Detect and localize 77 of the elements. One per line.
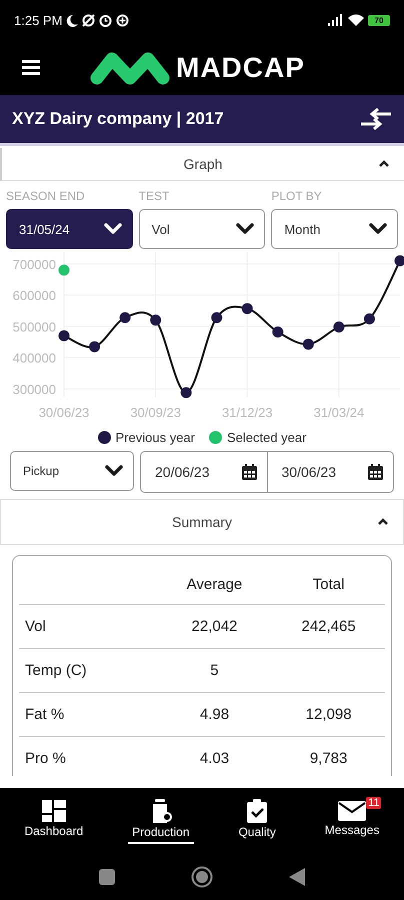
x-tick-label: 31/12/23 (222, 405, 273, 420)
recents-icon[interactable] (99, 869, 115, 885)
menu-icon[interactable] (22, 60, 40, 75)
data-point (333, 322, 344, 332)
calendar-icon (368, 464, 383, 480)
table-cell: 4.03 (156, 736, 272, 776)
data-point (394, 255, 404, 266)
legend-label: Previous year (116, 430, 195, 445)
clipboard-check-icon (246, 798, 268, 822)
back-icon[interactable] (289, 868, 305, 886)
date-field[interactable]: 20/06/23 (141, 452, 266, 492)
caret-up-icon[interactable] (377, 517, 389, 526)
table-cell: 4.98 (156, 692, 272, 736)
table-cell: Vol (19, 604, 157, 648)
caret-up-icon[interactable] (378, 159, 390, 168)
table-cell: 5 (156, 648, 272, 692)
calendar-icon (242, 464, 256, 480)
data-point (242, 303, 253, 314)
moon-icon (66, 14, 78, 26)
home-icon[interactable] (191, 866, 213, 888)
y-tick-label: 600000 (12, 288, 56, 304)
battery-icon: 70 (368, 14, 390, 26)
section-title: Graph (184, 156, 222, 172)
data-point (364, 313, 375, 324)
x-tick-label: 31/03/24 (314, 405, 364, 420)
data-point (272, 326, 284, 338)
dashboard-icon (42, 800, 66, 822)
dropdown[interactable]: Pickup (10, 451, 134, 491)
nav-tab[interactable]: Quality (234, 798, 280, 844)
wifi-icon (348, 14, 364, 26)
nav-tab[interactable]: Production (128, 798, 194, 844)
dropdown[interactable]: Vol (138, 209, 266, 249)
data-point (302, 338, 314, 350)
dropdown[interactable]: 31/05/24 (6, 209, 133, 249)
dropdown[interactable]: Month (271, 209, 398, 249)
y-tick-label: 500000 (12, 319, 56, 334)
swap-icon[interactable] (360, 108, 392, 130)
envelope-icon (338, 800, 366, 820)
data-point (58, 330, 70, 342)
data-point (120, 312, 131, 324)
brand-name: MADCAP (176, 52, 305, 84)
section-title: Summary (172, 514, 232, 530)
date-field[interactable]: 30/06/23 (266, 452, 393, 492)
table-cell: Fat % (19, 692, 157, 736)
table-cell: Temp (C) (19, 648, 157, 692)
sync-off-icon (82, 14, 96, 26)
status-time: 1:25 PM (14, 12, 62, 28)
table-cell: 9,783 (272, 736, 385, 776)
filter-label: SEASON END (6, 189, 86, 203)
y-tick-label: 400000 (12, 350, 56, 366)
count-badge: 11 (366, 796, 382, 808)
table-cell: 12,098 (272, 692, 385, 736)
chevron-down-icon (105, 465, 123, 477)
chevron-down-icon (368, 223, 387, 235)
data-point (89, 341, 100, 352)
y-tick-label: 700000 (12, 256, 56, 272)
x-tick-label: 30/09/23 (130, 405, 181, 420)
data-point (150, 314, 162, 326)
column-header: Average (156, 564, 272, 604)
chevron-down-icon (236, 223, 254, 235)
table-cell: Pro % (19, 736, 157, 776)
data-point (180, 387, 192, 398)
signal-icon (328, 14, 344, 26)
nav-tab[interactable]: Dashboard (20, 800, 88, 842)
data-point (58, 264, 70, 276)
column-header: Total (272, 564, 385, 604)
company-title: XYZ Dairy company | 2017 (12, 109, 224, 129)
logo-icon (90, 50, 170, 84)
table-cell: 242,465 (272, 604, 385, 648)
data-point (211, 312, 222, 324)
filter-label: TEST (138, 189, 170, 203)
filter-label: PLOT BY (271, 189, 323, 203)
legend-label: Selected year (226, 430, 306, 445)
chevron-down-icon (104, 223, 122, 235)
table-cell: 22,042 (156, 604, 272, 648)
y-tick-label: 300000 (12, 382, 56, 397)
x-tick-label: 30/06/23 (38, 405, 90, 420)
